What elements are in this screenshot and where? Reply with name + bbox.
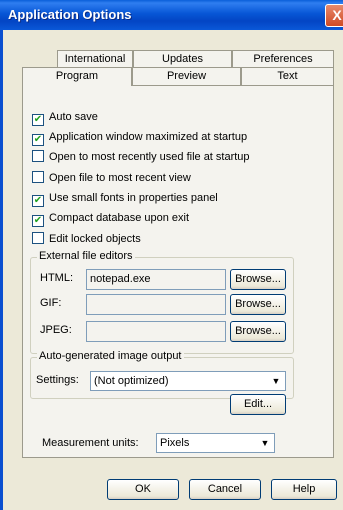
checkbox-box	[32, 150, 44, 162]
open-recent-view-checkbox[interactable]: Open file to most recent view	[32, 171, 191, 185]
check-icon: ✔	[32, 134, 44, 146]
tab-updates[interactable]: Updates	[133, 50, 232, 68]
close-button[interactable]: X	[325, 4, 343, 27]
checkbox-label: Open to most recently used file at start…	[49, 151, 250, 163]
tab-preferences[interactable]: Preferences	[232, 50, 334, 68]
tab-text[interactable]: Text	[241, 67, 334, 85]
checkbox-box	[32, 171, 44, 183]
settings-label: Settings:	[36, 374, 79, 386]
checkbox-label: Compact database upon exit	[49, 212, 190, 224]
check-icon: ✔	[32, 114, 44, 126]
title-bar: Application Options X	[0, 0, 343, 30]
browse-jpeg-button[interactable]: Browse...	[230, 321, 286, 342]
window-frame-left	[0, 30, 3, 510]
check-icon: ✔	[32, 195, 44, 207]
checkbox-label: Edit locked objects	[49, 233, 141, 245]
gif-editor-field[interactable]	[86, 294, 226, 315]
help-button[interactable]: Help	[271, 479, 337, 500]
tab-program[interactable]: Program	[22, 67, 132, 86]
group-label: Auto-generated image output	[37, 350, 184, 362]
html-editor-field[interactable]: notepad.exe	[86, 269, 226, 290]
image-settings-value: (Not optimized)	[94, 375, 169, 387]
tab-international[interactable]: International	[57, 50, 133, 68]
checkbox-label: Auto save	[49, 111, 98, 123]
window-title: Application Options	[8, 7, 132, 22]
checkbox-label: Use small fonts in properties panel	[49, 192, 218, 204]
dropdown-arrow-icon: ▼	[260, 438, 270, 448]
maximized-at-startup-checkbox[interactable]: ✔ Application window maximized at startup	[32, 130, 248, 146]
edit-locked-objects-checkbox[interactable]: Edit locked objects	[32, 232, 141, 246]
check-icon: ✔	[32, 215, 44, 227]
edit-button[interactable]: Edit...	[230, 394, 286, 415]
group-label: External file editors	[37, 250, 135, 262]
checkbox-label: Application window maximized at startup	[49, 131, 248, 143]
auto-save-checkbox[interactable]: ✔ Auto save	[32, 110, 98, 126]
cancel-button[interactable]: Cancel	[189, 479, 261, 500]
jpeg-label: JPEG:	[40, 324, 72, 336]
browse-gif-button[interactable]: Browse...	[230, 294, 286, 315]
html-label: HTML:	[40, 272, 73, 284]
compact-database-checkbox[interactable]: ✔ Compact database upon exit	[32, 211, 190, 227]
small-fonts-checkbox[interactable]: ✔ Use small fonts in properties panel	[32, 191, 218, 207]
browse-html-button[interactable]: Browse...	[230, 269, 286, 290]
measurement-units-dropdown[interactable]: Pixels ▼	[156, 433, 275, 453]
dropdown-arrow-icon: ▼	[271, 376, 281, 386]
gif-label: GIF:	[40, 297, 62, 309]
tab-preview[interactable]: Preview	[132, 67, 241, 85]
measurement-units-label: Measurement units:	[42, 437, 139, 449]
jpeg-editor-field[interactable]	[86, 321, 226, 342]
measurement-units-value: Pixels	[160, 437, 190, 449]
image-settings-dropdown[interactable]: (Not optimized) ▼	[90, 371, 286, 391]
open-recent-file-checkbox[interactable]: Open to most recently used file at start…	[32, 150, 250, 164]
ok-button[interactable]: OK	[107, 479, 179, 500]
checkbox-box	[32, 232, 44, 244]
checkbox-label: Open file to most recent view	[49, 172, 191, 184]
